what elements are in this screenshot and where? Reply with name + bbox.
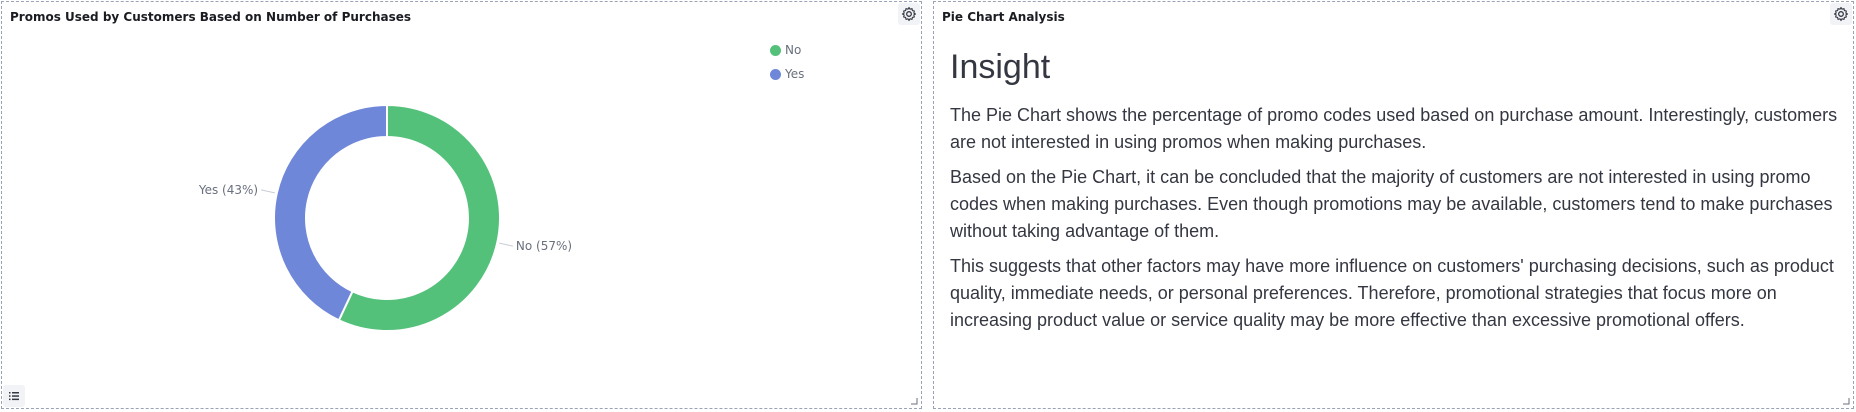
insight-paragraph-3: This suggests that other factors may hav…: [950, 256, 1834, 330]
gear-icon: [1833, 6, 1849, 22]
legend-item-no[interactable]: No: [770, 38, 804, 62]
insight-paragraph-1: The Pie Chart shows the percentage of pr…: [950, 105, 1838, 152]
gear-icon: [901, 6, 917, 22]
leader-line-yes: [260, 189, 275, 194]
insight-heading: Insight: [950, 48, 1051, 86]
insight-paragraph-2: Based on the Pie Chart, it can be conclu…: [950, 167, 1833, 241]
legend-label-yes: Yes: [785, 67, 805, 81]
list-icon: [9, 392, 19, 401]
resize-handle-icon[interactable]: [1842, 397, 1850, 405]
insight-content: Insight The Pie Chart shows the percenta…: [950, 42, 1840, 342]
legend-swatch-no: [770, 44, 781, 56]
legend-label-no: No: [785, 43, 802, 57]
legend-swatch-yes: [770, 68, 781, 80]
panel-title: Pie Chart Analysis: [942, 10, 1065, 24]
panel-options-button[interactable]: [898, 3, 920, 25]
slice-yes[interactable]: [273, 103, 388, 322]
panel-options-button[interactable]: [1830, 3, 1852, 25]
slice-label-no: No (57%): [516, 239, 572, 253]
leader-line-no: [499, 242, 514, 247]
slice-label-yes: Yes (43%): [198, 183, 258, 197]
chart-legend: No Yes: [770, 38, 804, 86]
resize-handle-icon[interactable]: [910, 397, 918, 405]
legend-item-yes[interactable]: Yes: [770, 62, 804, 86]
legend-toggle-button[interactable]: [3, 385, 25, 407]
chart-panel: Promos Used by Customers Based on Number…: [1, 1, 922, 409]
analysis-panel: Pie Chart Analysis Insight The Pie Chart…: [933, 1, 1854, 409]
